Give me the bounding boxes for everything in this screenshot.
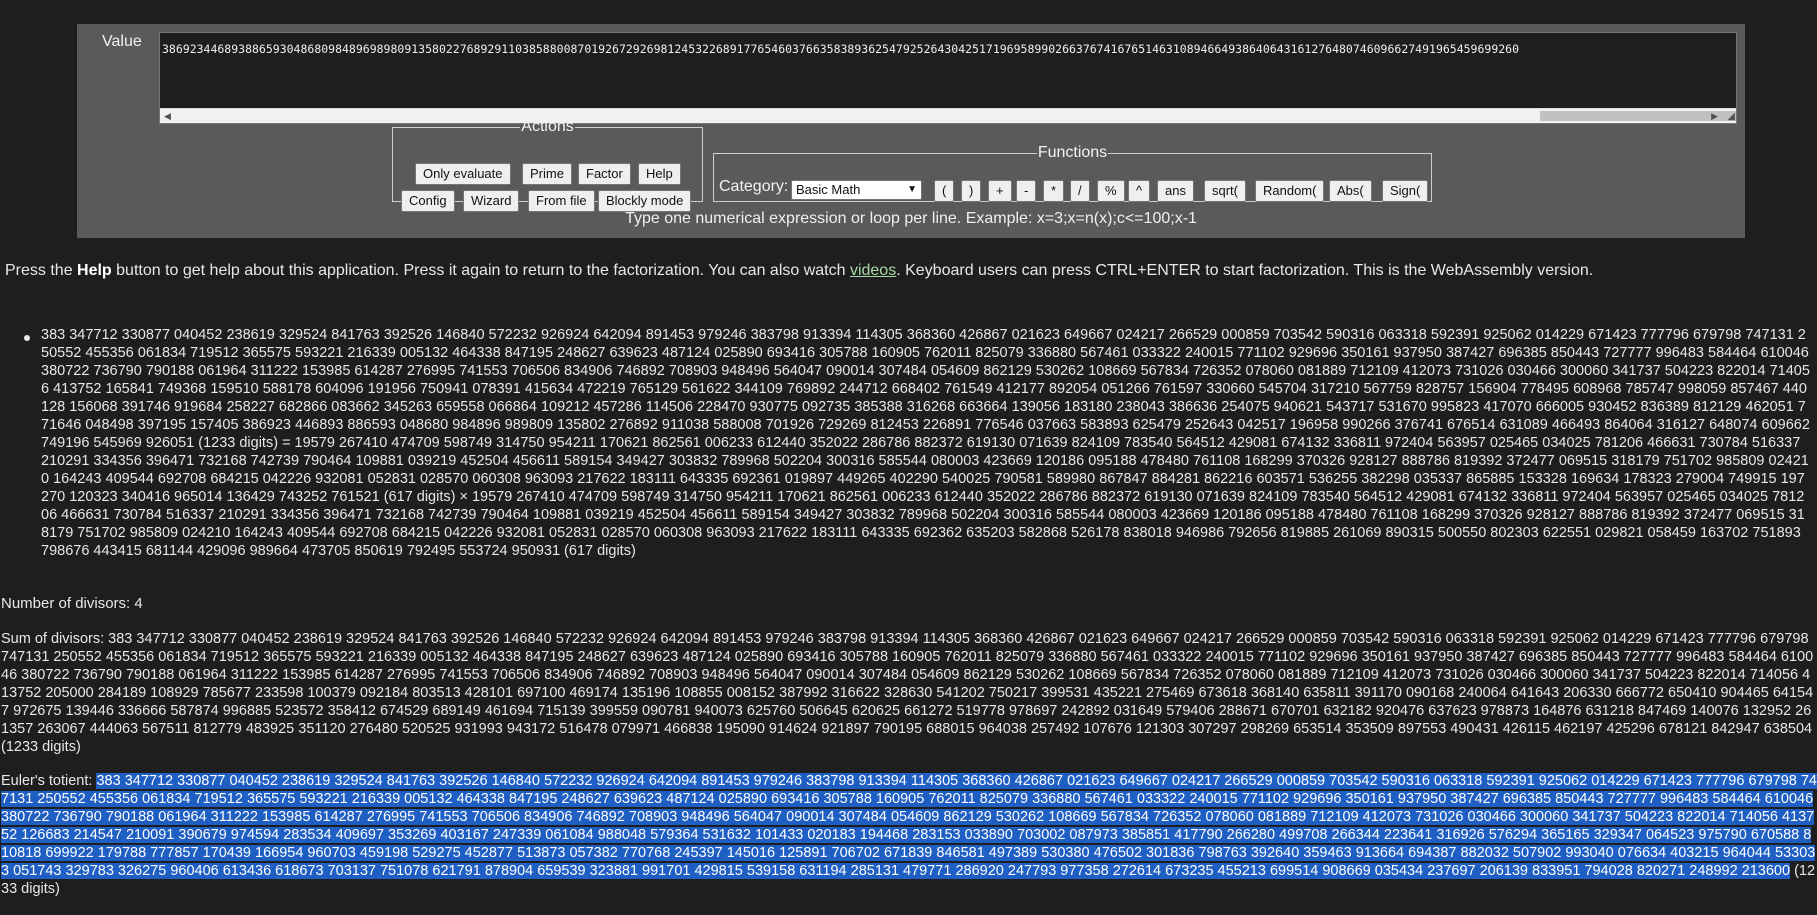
- functions-legend: Functions: [1037, 144, 1108, 161]
- abs-button[interactable]: Abs(: [1329, 180, 1372, 202]
- category-select[interactable]: Basic Math ▼: [791, 180, 922, 200]
- close-paren-button[interactable]: ): [961, 180, 982, 202]
- value-label: Value: [102, 33, 142, 50]
- scroll-right-icon[interactable]: ▶: [1711, 109, 1718, 123]
- open-paren-button[interactable]: (: [934, 180, 955, 202]
- help-text-1: Press the: [5, 262, 78, 279]
- help-text-2: button to get help about this applicatio…: [111, 262, 850, 279]
- resize-grip-icon[interactable]: ◢: [1727, 112, 1735, 122]
- plus-button[interactable]: +: [988, 180, 1012, 202]
- help-text-3: . Keyboard users can press CTRL+ENTER to…: [896, 262, 1594, 279]
- euler-label: Euler's totient:: [1, 773, 97, 789]
- euler-value-selected: 383 347712 330877 040452 238619 329524 8…: [1, 773, 1817, 879]
- list-bullet: [24, 335, 30, 341]
- value-text: 3869234468938865930486809848969898091358…: [162, 42, 1520, 56]
- modulo-button[interactable]: %: [1097, 180, 1125, 202]
- chevron-down-icon: ▼: [907, 184, 917, 195]
- sum-of-divisors: Sum of divisors: 383 347712 330877 04045…: [1, 630, 1817, 756]
- value-textarea[interactable]: 3869234468938865930486809848969898091358…: [159, 32, 1737, 124]
- sum-value: 383 347712 330877 040452 238619 329524 8…: [1, 631, 1814, 755]
- divide-button[interactable]: /: [1070, 180, 1090, 202]
- wizard-button[interactable]: Wizard: [463, 190, 520, 212]
- from-file-button[interactable]: From file: [528, 190, 595, 212]
- factor-button[interactable]: Factor: [578, 163, 631, 185]
- actions-group: Actions Only evaluate Prime Factor Help …: [392, 118, 703, 212]
- functions-group: Functions Category: Basic Math ▼ ( ) + -…: [713, 144, 1432, 202]
- help-bold: Help: [77, 262, 112, 279]
- power-button[interactable]: ^: [1128, 180, 1151, 202]
- number-of-divisors: Number of divisors: 4: [1, 595, 143, 612]
- ans-button[interactable]: ans: [1157, 180, 1194, 202]
- input-panel: Value 3869234468938865930486809848969898…: [77, 24, 1745, 238]
- multiply-button[interactable]: *: [1043, 180, 1065, 202]
- category-value: Basic Math: [796, 182, 861, 197]
- videos-link[interactable]: videos: [850, 262, 896, 279]
- only-evaluate-button[interactable]: Only evaluate: [415, 163, 511, 185]
- prime-button[interactable]: Prime: [522, 163, 572, 185]
- hint-text: Type one numerical expression or loop pe…: [625, 210, 1197, 227]
- sqrt-button[interactable]: sqrt(: [1204, 180, 1246, 202]
- factorization-result: 383 347712 330877 040452 238619 329524 8…: [41, 327, 1810, 559]
- sign-button[interactable]: Sign(: [1382, 180, 1429, 202]
- actions-legend: Actions: [521, 118, 574, 135]
- minus-button[interactable]: -: [1016, 180, 1037, 202]
- sum-label: Sum of divisors:: [1, 631, 109, 647]
- random-button[interactable]: Random(: [1255, 180, 1325, 202]
- help-paragraph: Press the Help button to get help about …: [5, 262, 1593, 280]
- euler-totient: Euler's totient: 383 347712 330877 04045…: [1, 772, 1817, 898]
- scroll-left-icon[interactable]: ◀: [164, 109, 171, 123]
- blockly-mode-button[interactable]: Blockly mode: [598, 190, 692, 212]
- config-button[interactable]: Config: [401, 190, 455, 212]
- scrollbar-thumb[interactable]: [1540, 111, 1736, 121]
- category-label: Category:: [719, 178, 789, 195]
- help-button[interactable]: Help: [638, 163, 681, 185]
